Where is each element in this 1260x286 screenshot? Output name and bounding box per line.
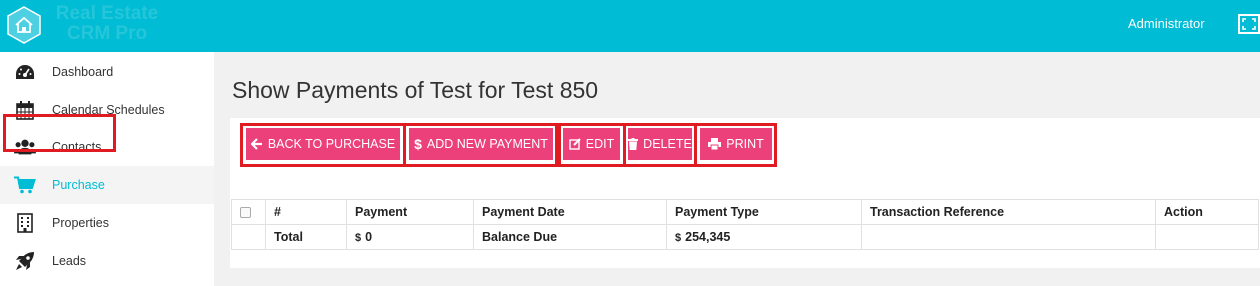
button-label: DELETE <box>643 137 692 151</box>
total-payment-cell: $0 <box>346 224 474 250</box>
button-label: ADD NEW PAYMENT <box>426 137 548 151</box>
empty-cell <box>1155 224 1259 250</box>
edit-button[interactable]: EDIT <box>563 128 620 160</box>
total-payment-value: 0 <box>365 230 373 244</box>
sidebar-item-leads[interactable]: Leads <box>0 242 214 280</box>
brand-line1: Real Estate <box>55 3 159 24</box>
sidebar-item-dashboard[interactable]: Dashboard <box>0 53 214 91</box>
balance-due-label: Balance Due <box>473 224 667 250</box>
sidebar-item-label: Leads <box>52 254 87 268</box>
select-all-cell[interactable] <box>231 199 266 225</box>
sidebar-item-purchase[interactable]: Purchase <box>0 166 214 204</box>
payments-table: # Payment Payment Date Payment Type Tran… <box>231 199 1259 250</box>
print-icon <box>708 138 722 150</box>
home-logo-icon <box>7 6 41 44</box>
sidebar-item-label: Purchase <box>52 178 105 192</box>
currency-symbol: $ <box>355 232 362 244</box>
sidebar-item-properties[interactable]: Properties <box>0 204 214 242</box>
table-header-row: # Payment Payment Date Payment Type Tran… <box>231 199 1259 225</box>
column-header[interactable]: # <box>265 199 347 225</box>
shopping-cart-icon <box>14 175 36 195</box>
column-header[interactable]: Payment Type <box>666 199 862 225</box>
empty-cell <box>231 224 266 250</box>
sidebar: Dashboard Calendar Schedules Contacts Pu… <box>0 52 214 286</box>
select-all-checkbox[interactable] <box>240 207 251 219</box>
trash-icon <box>628 138 639 150</box>
page-title: Show Payments of Test for Test 850 <box>232 77 599 103</box>
sidebar-item-label: Properties <box>52 216 109 230</box>
delete-button[interactable]: DELETE <box>628 128 692 160</box>
brand-name: Real Estate CRM Pro <box>52 4 162 44</box>
button-label: EDIT <box>585 137 615 151</box>
rocket-icon <box>14 251 36 271</box>
button-label: PRINT <box>726 137 764 151</box>
brand[interactable]: Real Estate CRM Pro <box>0 0 214 52</box>
add-new-payment-button[interactable]: $ ADD NEW PAYMENT <box>409 128 553 160</box>
column-header[interactable]: Action <box>1155 199 1259 225</box>
currency-symbol: $ <box>675 232 682 244</box>
purchase-highlight-frame <box>3 114 116 152</box>
dollar-icon: $ <box>414 136 422 152</box>
balance-due-value: 254,345 <box>685 230 731 244</box>
brand-line2: CRM Pro <box>66 23 148 44</box>
sidebar-item-label: Dashboard <box>52 65 114 79</box>
dashboard-icon <box>14 62 36 82</box>
total-label: Total <box>265 224 347 250</box>
balance-due-cell: $254,345 <box>666 224 862 250</box>
top-bar: Real Estate CRM Pro Administrator <box>0 0 1260 52</box>
table-total-row: Total $0 Balance Due $254,345 <box>231 224 1259 250</box>
user-menu[interactable]: Administrator <box>1128 16 1205 31</box>
back-to-purchase-button[interactable]: BACK TO PURCHASE <box>246 128 400 160</box>
column-header[interactable]: Payment <box>346 199 474 225</box>
column-header[interactable]: Transaction Reference <box>861 199 1156 225</box>
arrow-left-icon <box>250 138 262 150</box>
empty-cell <box>861 224 1156 250</box>
fullscreen-icon[interactable] <box>1237 13 1260 35</box>
column-header[interactable]: Payment Date <box>473 199 667 225</box>
print-button[interactable]: PRINT <box>700 128 772 160</box>
building-icon <box>14 213 36 233</box>
button-label: BACK TO PURCHASE <box>267 137 396 151</box>
edit-icon <box>569 138 581 150</box>
